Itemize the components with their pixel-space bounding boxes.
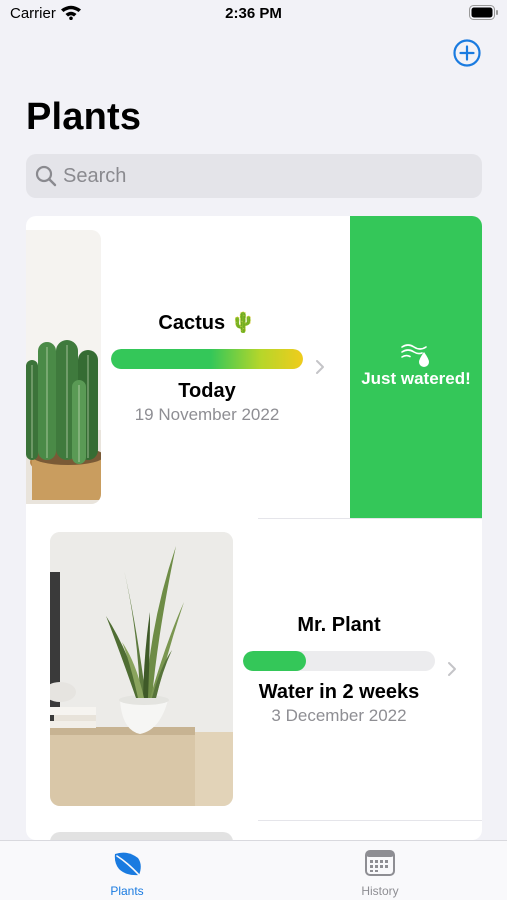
tab-history[interactable]: History — [310, 841, 450, 900]
calendar-icon — [365, 849, 395, 882]
just-watered-button[interactable]: Just watered! — [350, 216, 482, 518]
watering-date: 19 November 2022 — [134, 405, 280, 424]
search-input[interactable]: Search — [26, 154, 482, 198]
row-divider — [258, 518, 482, 519]
watering-progress-bar — [111, 349, 303, 369]
chevron-right-icon[interactable] — [447, 661, 457, 682]
chevron-right-icon[interactable] — [315, 359, 325, 380]
leaf-icon — [112, 849, 144, 884]
clock: 2:36 PM — [225, 5, 282, 22]
watering-progress-fill — [243, 651, 307, 671]
swipe-action-label: Just watered! — [361, 369, 471, 388]
plant-photo — [50, 832, 233, 840]
watering-progress-fill — [111, 349, 303, 369]
watering-date: 3 December 2022 — [271, 706, 407, 725]
plant-name: Cactus 🌵 — [158, 312, 256, 334]
tab-plants[interactable]: Plants — [57, 841, 197, 900]
search-placeholder: Search — [63, 165, 127, 187]
plus-circle-icon — [453, 39, 481, 67]
row-divider — [258, 820, 482, 821]
add-plant-button[interactable] — [452, 38, 482, 68]
snake-plant-photo — [50, 532, 233, 806]
cactus-photo — [26, 230, 101, 504]
watering-progress-bar — [243, 651, 435, 671]
plant-name: Mr. Plant — [297, 614, 381, 636]
tab-label: History — [361, 884, 399, 898]
watering-status: Water in 2 weeks — [258, 681, 420, 703]
plant-list: Cactus 🌵 Today 19 November 2022 Just wat… — [26, 216, 482, 840]
page-title: Plants — [26, 96, 142, 138]
tab-label: Plants — [110, 884, 144, 898]
watering-status: Today — [178, 380, 236, 402]
status-bar: Carrier 2:36 PM — [0, 0, 507, 30]
search-icon — [35, 165, 57, 192]
tab-bar: Plants History — [0, 840, 507, 900]
battery-icon — [469, 5, 499, 25]
